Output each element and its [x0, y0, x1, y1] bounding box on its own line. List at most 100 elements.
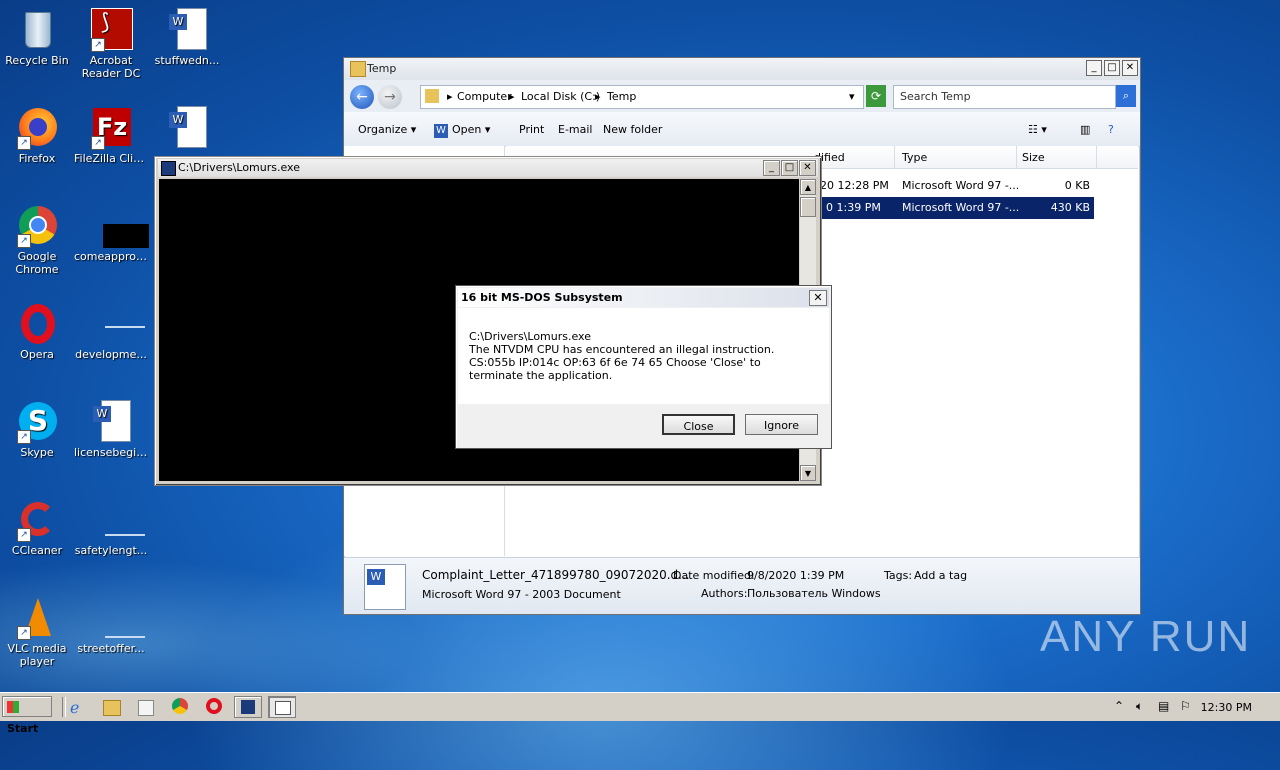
console-title: C:\Drivers\Lomurs.exe [178, 161, 300, 174]
scroll-thumb[interactable] [800, 197, 816, 217]
maximize-button[interactable]: □ [781, 160, 798, 176]
email-button[interactable]: E-mail [558, 123, 593, 136]
address-bar-area: ← → ▸ Computer ▸ Local Disk (C:) ▸ Temp … [344, 80, 1140, 113]
desktop-icon-comeapprov[interactable]: comeapprov... [74, 204, 149, 263]
ie-icon[interactable]: ℯ [70, 698, 88, 717]
breadcrumb-computer[interactable]: Computer [457, 90, 512, 103]
scroll-down-icon[interactable]: ▼ [800, 465, 816, 481]
desktop-icon-vlc[interactable]: ↗ VLC media player [0, 596, 74, 668]
view-options-icon[interactable]: ☷ ▾ [1028, 123, 1047, 136]
start-button[interactable]: Start [2, 696, 52, 735]
column-type[interactable]: Type [902, 151, 927, 164]
chevron-right-icon: ▸ [595, 90, 601, 103]
desktop-icon-opera[interactable]: Opera [0, 302, 74, 361]
word-document-icon: W [364, 564, 406, 610]
back-button[interactable]: ← [350, 85, 374, 109]
console-titlebar[interactable]: C:\Drivers\Lomurs.exe _ □ ✕ [158, 159, 818, 177]
new-folder-button[interactable]: New folder [603, 123, 662, 136]
explorer-titlebar[interactable]: Temp _ □ ✕ [344, 58, 1140, 80]
acrobat-icon: ⟆ ↗ [89, 8, 133, 52]
explorer-title: Temp [367, 62, 397, 75]
open-button[interactable]: W Open ▾ [434, 123, 490, 138]
console-icon [161, 161, 176, 176]
search-icon[interactable]: ⌕ [1116, 85, 1136, 107]
media-player-icon[interactable] [138, 700, 154, 716]
desktop-icon-acrobat[interactable]: ⟆ ↗ Acrobat Reader DC [74, 8, 148, 80]
print-button[interactable]: Print [519, 123, 544, 136]
dialog-message: C:\Drivers\Lomurs.exe The NTVDM CPU has … [469, 330, 775, 382]
error-dialog[interactable]: 16 bit MS-DOS Subsystem ✕ C:\Drivers\Lom… [455, 285, 832, 449]
details-filename: Complaint_Letter_471899780_09072020.d... [422, 568, 690, 582]
minimize-button[interactable]: _ [1086, 60, 1102, 76]
taskbar-dialog-task[interactable] [268, 696, 296, 718]
desktop-icon-chrome[interactable]: ↗ Google Chrome [0, 204, 74, 276]
taskbar: Start ℯ ⌃ 🔈︎ ▤ ⚐ 12:30 PM [0, 692, 1280, 735]
address-box[interactable]: ▸ Computer ▸ Local Disk (C:) ▸ Temp ▾ [420, 85, 864, 109]
opera-icon[interactable] [206, 698, 222, 714]
flag-icon[interactable]: ⚐ [1180, 699, 1191, 713]
chrome-icon[interactable] [172, 698, 188, 714]
dialog-title: 16 bit MS-DOS Subsystem [461, 291, 623, 304]
chevron-down-icon[interactable]: ▾ [849, 90, 855, 103]
maximize-button[interactable]: □ [1104, 60, 1120, 76]
breadcrumb-local-disk[interactable]: Local Disk (C:) [521, 90, 600, 103]
breadcrumb-temp[interactable]: Temp [607, 90, 636, 103]
windows-logo-icon [7, 701, 19, 713]
details-authors-value: Пользователь Windows [747, 587, 881, 600]
close-button[interactable]: ✕ [1122, 60, 1138, 76]
filezilla-icon: Fz ↗ [89, 106, 133, 150]
details-tags-value[interactable]: Add a tag [914, 569, 967, 582]
forward-button[interactable]: → [378, 85, 402, 109]
refresh-icon[interactable]: ⟳ [866, 85, 886, 107]
explorer-icon[interactable] [103, 700, 121, 716]
dialog-titlebar[interactable]: 16 bit MS-DOS Subsystem ✕ [458, 288, 829, 307]
opera-icon [15, 302, 59, 346]
clock[interactable]: 12:30 PM [1201, 701, 1252, 714]
desktop-icon-streetoffer[interactable]: streetoffer... [74, 596, 148, 655]
blank-file-icon [89, 596, 145, 640]
details-date-value: 9/8/2020 1:39 PM [747, 569, 845, 582]
desktop-icon-firefox[interactable]: ↗ Firefox [0, 106, 74, 165]
minimize-button[interactable]: _ [763, 160, 780, 176]
desktop-icon-safetylengt[interactable]: safetylengt... [74, 498, 148, 557]
desktop-icon-word-doc-2[interactable]: W [150, 106, 224, 152]
vlc-cone-icon: ↗ [15, 596, 59, 640]
taskbar-console-task[interactable] [234, 696, 262, 718]
window-icon [275, 701, 291, 715]
desktop-icon-word-doc[interactable]: W stuffwedn... [150, 8, 224, 67]
black-file-icon [89, 204, 149, 248]
close-button[interactable]: Close [662, 414, 735, 435]
organize-button[interactable]: Organize ▾ [358, 123, 416, 136]
desktop-icon-filezilla[interactable]: Fz ↗ FileZilla Client [74, 106, 148, 165]
search-input[interactable]: Search Temp [893, 85, 1116, 109]
details-pane: W Complaint_Letter_471899780_09072020.d.… [344, 557, 1140, 614]
chevron-up-icon[interactable]: ⌃ [1114, 699, 1124, 713]
speaker-icon[interactable]: 🔈︎ [1136, 699, 1143, 714]
desktop-icon-licensebegin[interactable]: W licensebegin... [74, 400, 148, 459]
dialog-close-icon[interactable]: ✕ [809, 290, 827, 306]
ignore-button[interactable]: Ignore [745, 414, 818, 435]
desktop-icon-skype[interactable]: S ↗ Skype [0, 400, 74, 459]
word-document-icon: W [165, 8, 209, 52]
folder-icon [425, 89, 439, 103]
blank-file-icon [89, 498, 145, 542]
column-size[interactable]: Size [1022, 151, 1045, 164]
anyrun-watermark: ANY RUN [1040, 612, 1252, 661]
scroll-up-icon[interactable]: ▲ [800, 179, 816, 195]
close-button[interactable]: ✕ [799, 160, 816, 176]
desktop-icon-developme[interactable]: developme... [74, 302, 148, 361]
explorer-toolbar: Organize ▾ W Open ▾ Print E-mail New fold… [344, 112, 1140, 147]
network-icon[interactable]: ▤ [1158, 699, 1169, 713]
details-authors-label: Authors: [701, 587, 748, 600]
ccleaner-icon: ↗ [15, 498, 59, 542]
recycle-bin-icon [15, 8, 59, 52]
system-tray: ⌃ 🔈︎ ▤ ⚐ 12:30 PM [1108, 695, 1280, 719]
chevron-right-icon: ▸ [509, 90, 515, 103]
preview-pane-icon[interactable]: ▥ [1080, 123, 1090, 136]
folder-icon [350, 61, 366, 77]
desktop-icon-ccleaner[interactable]: ↗ CCleaner [0, 498, 74, 557]
details-doc-type: Microsoft Word 97 - 2003 Document [422, 588, 621, 601]
help-icon[interactable]: ? [1108, 123, 1114, 136]
word-document-icon: W [89, 400, 133, 444]
desktop-icon-recycle-bin[interactable]: Recycle Bin [0, 8, 74, 67]
